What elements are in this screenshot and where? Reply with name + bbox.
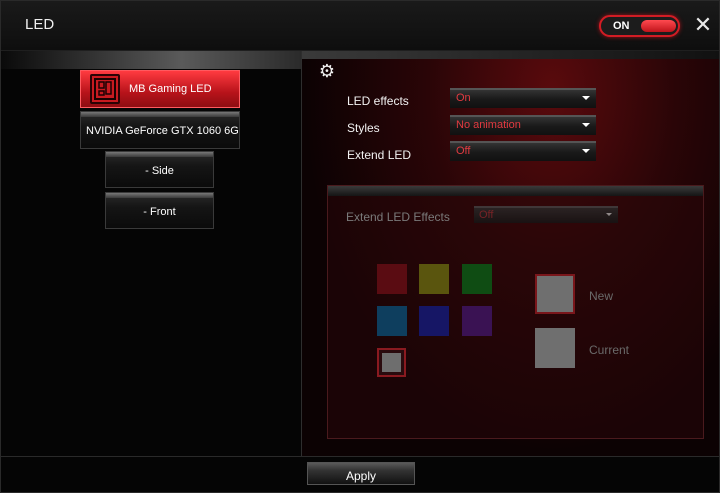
power-toggle-knob — [641, 20, 676, 32]
extend-led-effects-label: Extend LED Effects — [346, 210, 450, 224]
extend-led-effects-value: Off — [479, 209, 494, 221]
chevron-down-icon — [582, 96, 590, 100]
current-color-preview — [535, 328, 575, 368]
chevron-down-icon — [582, 149, 590, 153]
device-front-label: - Front — [143, 206, 176, 218]
extend-panel-header — [328, 186, 703, 196]
settings-panel-header — [302, 51, 719, 59]
styles-dropdown[interactable]: No animation — [450, 115, 596, 135]
button-highlight — [106, 193, 213, 198]
color-swatch-blue[interactable] — [377, 306, 407, 336]
device-front[interactable]: - Front — [105, 192, 214, 229]
extend-led-label: Extend LED — [347, 148, 412, 162]
color-swatch-custom[interactable] — [377, 348, 406, 377]
window-title: LED — [25, 16, 55, 33]
device-gpu-label: NVIDIA GeForce GTX 1060 6G — [86, 125, 239, 137]
apply-button[interactable]: Apply — [307, 462, 415, 485]
styles-label: Styles — [347, 121, 380, 135]
device-side-label: - Side — [145, 165, 174, 177]
color-swatch-indigo[interactable] — [419, 306, 449, 336]
new-color-preview — [535, 274, 575, 314]
title-bar: LED ON ✕ — [1, 1, 719, 51]
device-side[interactable]: - Side — [105, 151, 214, 188]
color-swatch-red[interactable] — [377, 264, 407, 294]
current-color-label: Current — [589, 343, 630, 357]
extend-led-panel: Extend LED Effects Off New Current — [327, 185, 704, 439]
device-panel-header — [1, 51, 302, 69]
led-effects-label: LED effects — [347, 94, 409, 108]
extend-led-value: Off — [456, 145, 471, 157]
chevron-down-icon — [606, 213, 612, 216]
led-effects-value: On — [456, 92, 471, 104]
device-mb-label: MB Gaming LED — [129, 83, 212, 95]
device-mb-gaming-led[interactable]: MB Gaming LED — [80, 70, 240, 108]
styles-value: No animation — [456, 119, 521, 131]
color-swatch-purple[interactable] — [462, 306, 492, 336]
gear-icon: ⚙ — [318, 61, 336, 81]
led-window: LED ON ✕ MB Gaming LED NVIDIA GeForce GT… — [0, 0, 720, 493]
chevron-down-icon — [582, 123, 590, 127]
led-effects-dropdown[interactable]: On — [450, 88, 596, 108]
motherboard-icon — [90, 74, 120, 104]
extend-led-effects-dropdown[interactable]: Off — [474, 206, 618, 223]
color-swatch-yellow[interactable] — [419, 264, 449, 294]
power-toggle-label: ON — [613, 20, 630, 32]
close-icon[interactable]: ✕ — [691, 13, 715, 37]
color-swatch-green[interactable] — [462, 264, 492, 294]
new-color-label: New — [589, 289, 614, 303]
power-toggle[interactable]: ON — [599, 15, 680, 37]
device-gpu[interactable]: NVIDIA GeForce GTX 1060 6G — [80, 111, 240, 149]
button-highlight — [106, 152, 213, 157]
button-highlight — [81, 112, 239, 117]
extend-led-dropdown[interactable]: Off — [450, 141, 596, 161]
